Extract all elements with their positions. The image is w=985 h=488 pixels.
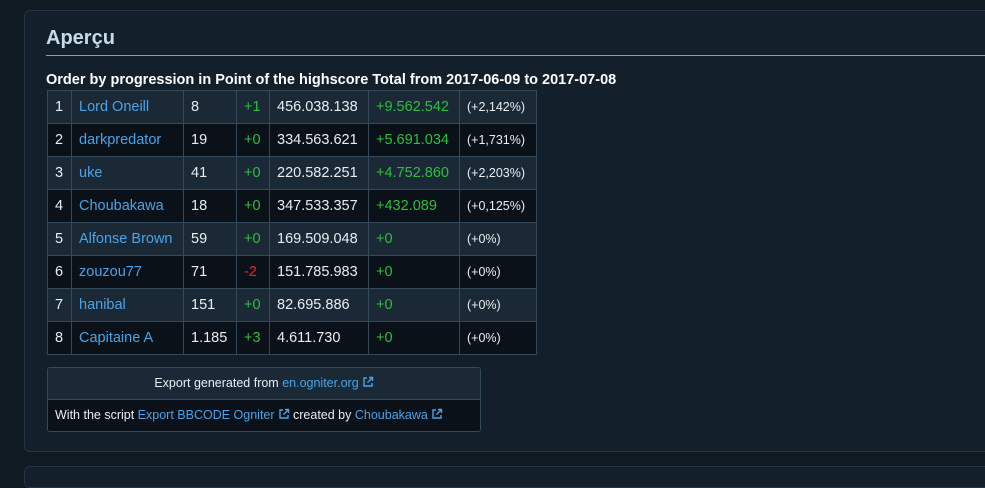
table-row: 1 Lord Oneill 8 +1 456.038.138 +9.562.542 (+2,…	[47, 90, 537, 124]
points-gain-cell: +5.691.034	[368, 123, 460, 157]
next-panel	[24, 466, 985, 488]
rank-cell: 1	[47, 90, 72, 124]
external-link-icon	[362, 376, 374, 388]
points-gain-cell: +0	[368, 288, 460, 322]
author-link-text[interactable]: Choubakawa	[355, 408, 428, 422]
points-gain-cell: +9.562.542	[368, 90, 460, 124]
external-link-icon	[431, 408, 443, 420]
table-caption: Order by progression in Point of the hig…	[46, 72, 617, 88]
percent-gain-cell: (+0%)	[459, 321, 537, 355]
points-gain-cell: +432.089	[368, 189, 460, 223]
points-gain-cell: +4.752.860	[368, 156, 460, 190]
position-change-cell: +0	[236, 189, 270, 223]
points-cell: 169.509.048	[269, 222, 369, 256]
percent-gain-cell: (+0%)	[459, 288, 537, 322]
table-row: 7 hanibal 151 +0 82.695.886 +0 (+0%)	[47, 288, 537, 322]
position-change-cell: +3	[236, 321, 270, 355]
rank-cell: 3	[47, 156, 72, 190]
rank-cell: 7	[47, 288, 72, 322]
points-cell: 151.785.983	[269, 255, 369, 289]
table-row: 6 zouzou77 71 -2 151.785.983 +0 (+0%)	[47, 255, 537, 289]
player-name-link[interactable]: darkpredator	[71, 123, 184, 157]
position-change-cell: +1	[236, 90, 270, 124]
rank-cell: 2	[47, 123, 72, 157]
rank-cell: 8	[47, 321, 72, 355]
percent-gain-cell: (+2,142%)	[459, 90, 537, 124]
position-cell: 71	[183, 255, 237, 289]
created-by-text: created by	[289, 408, 355, 422]
points-cell: 456.038.138	[269, 90, 369, 124]
author-link[interactable]: Choubakawa	[355, 408, 443, 422]
points-gain-cell: +0	[368, 222, 460, 256]
position-cell: 19	[183, 123, 237, 157]
player-name-link[interactable]: Alfonse Brown	[71, 222, 184, 256]
points-cell: 334.563.621	[269, 123, 369, 157]
points-cell: 347.533.357	[269, 189, 369, 223]
export-generated-text: Export generated from	[154, 376, 283, 390]
highscore-table: 1 Lord Oneill 8 +1 456.038.138 +9.562.542 (+2,…	[47, 90, 537, 355]
player-name-link[interactable]: hanibal	[71, 288, 184, 322]
title-divider	[46, 55, 985, 56]
percent-gain-cell: (+0,125%)	[459, 189, 537, 223]
position-cell: 59	[183, 222, 237, 256]
script-link[interactable]: Export BBCODE Ogniter	[138, 408, 290, 422]
external-link-icon	[278, 408, 290, 420]
position-change-cell: -2	[236, 255, 270, 289]
table-row: 5 Alfonse Brown 59 +0 169.509.048 +0 (+0%)	[47, 222, 537, 256]
export-generated-row: Export generated from en.ogniter.org	[48, 368, 480, 400]
overview-panel: Aperçu Order by progression in Point of …	[24, 10, 985, 452]
player-name-link[interactable]: Choubakawa	[71, 189, 184, 223]
position-cell: 18	[183, 189, 237, 223]
points-gain-cell: +0	[368, 255, 460, 289]
points-cell: 220.582.251	[269, 156, 369, 190]
table-row: 8 Capitaine A 1.185 +3 4.611.730 +0 (+0%)	[47, 321, 537, 355]
position-change-cell: +0	[236, 288, 270, 322]
points-cell: 82.695.886	[269, 288, 369, 322]
position-cell: 8	[183, 90, 237, 124]
table-row: 3 uke 41 +0 220.582.251 +4.752.860 (+2,203%)	[47, 156, 537, 190]
player-name-link[interactable]: Capitaine A	[71, 321, 184, 355]
panel-title: Aperçu	[46, 27, 115, 49]
ogniter-link[interactable]: en.ogniter.org	[282, 376, 373, 390]
script-prefix-text: With the script	[55, 408, 138, 422]
rank-cell: 5	[47, 222, 72, 256]
table-row: 4 Choubakawa 18 +0 347.533.357 +432.089 (+0,12…	[47, 189, 537, 223]
player-name-link[interactable]: Lord Oneill	[71, 90, 184, 124]
ogniter-link-text[interactable]: en.ogniter.org	[282, 376, 358, 390]
percent-gain-cell: (+2,203%)	[459, 156, 537, 190]
player-name-link[interactable]: zouzou77	[71, 255, 184, 289]
player-name-link[interactable]: uke	[71, 156, 184, 190]
position-cell: 41	[183, 156, 237, 190]
percent-gain-cell: (+0%)	[459, 222, 537, 256]
script-link-text[interactable]: Export BBCODE Ogniter	[138, 408, 275, 422]
rank-cell: 6	[47, 255, 72, 289]
export-info-box: Export generated from en.ogniter.org Wit…	[47, 367, 481, 432]
position-cell: 151	[183, 288, 237, 322]
points-cell: 4.611.730	[269, 321, 369, 355]
position-cell: 1.185	[183, 321, 237, 355]
percent-gain-cell: (+1,731%)	[459, 123, 537, 157]
points-gain-cell: +0	[368, 321, 460, 355]
position-change-cell: +0	[236, 123, 270, 157]
rank-cell: 4	[47, 189, 72, 223]
position-change-cell: +0	[236, 222, 270, 256]
table-row: 2 darkpredator 19 +0 334.563.621 +5.691.034 (+…	[47, 123, 537, 157]
position-change-cell: +0	[236, 156, 270, 190]
export-script-row: With the script Export BBCODE Ogniter cr…	[48, 400, 480, 431]
percent-gain-cell: (+0%)	[459, 255, 537, 289]
